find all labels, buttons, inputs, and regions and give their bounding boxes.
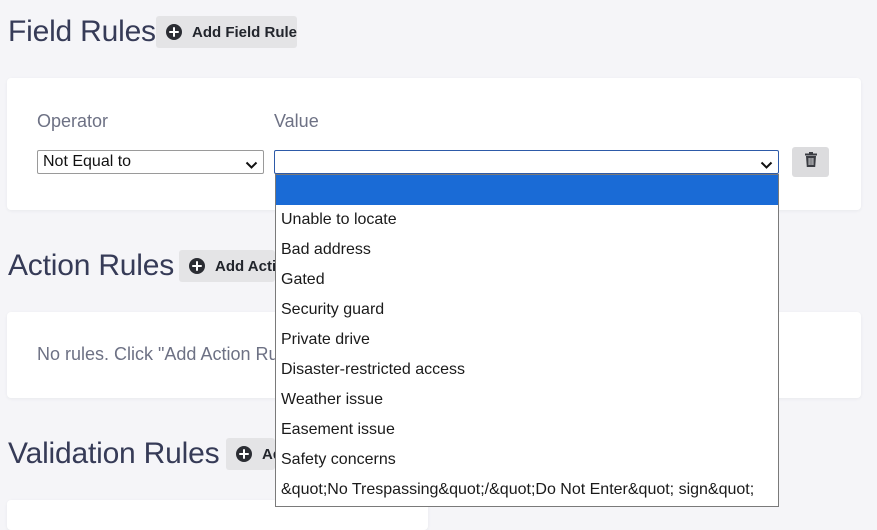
delete-rule-button[interactable] [792,147,829,177]
add-validation-rule-label: Add Validation Rule [262,445,275,463]
operator-select[interactable]: Not Equal to [37,150,264,174]
chevron-down-icon [760,157,773,175]
dropdown-option[interactable]: Gated [276,265,778,295]
trash-icon [804,152,817,172]
validation-rules-heading: Validation Rules [8,437,220,470]
add-validation-rule-button[interactable]: Add Validation Rule [226,438,275,470]
dropdown-option[interactable]: Weather issue [276,385,778,415]
operator-label: Operator [37,111,109,131]
dropdown-option[interactable]: Disaster-restricted access [276,355,778,385]
dropdown-option[interactable]: Safety concerns [276,445,778,475]
value-label: Value [274,111,319,131]
plus-circle-icon [166,24,182,40]
plus-circle-icon [189,258,205,274]
operator-select-value: Not Equal to [43,153,132,170]
action-rules-empty-text: No rules. Click "Add Action Rule" [37,344,275,364]
dropdown-option[interactable]: Private drive [276,325,778,355]
chevron-down-icon [245,157,258,175]
action-rules-heading: Action Rules [8,249,175,282]
add-action-rule-button[interactable]: Add Action Rule [179,250,275,282]
dropdown-option[interactable]: Security guard [276,295,778,325]
add-field-rule-label: Add Field Rule [192,23,297,41]
add-field-rule-button[interactable]: Add Field Rule [156,16,297,48]
dropdown-option[interactable]: &quot;No Trespassing&quot;/&quot;Do Not … [276,475,778,505]
dropdown-option[interactable]: Easement issue [276,415,778,445]
value-dropdown-list: Unable to locate Bad address Gated Secur… [275,174,779,507]
dropdown-option[interactable]: Unable to locate [276,205,778,235]
plus-circle-icon [236,446,252,462]
value-select[interactable] [274,150,779,174]
add-action-rule-label: Add Action Rule [215,257,275,275]
dropdown-option[interactable] [276,175,778,205]
dropdown-option[interactable]: Bad address [276,235,778,265]
field-rules-heading: Field Rules [8,15,156,48]
